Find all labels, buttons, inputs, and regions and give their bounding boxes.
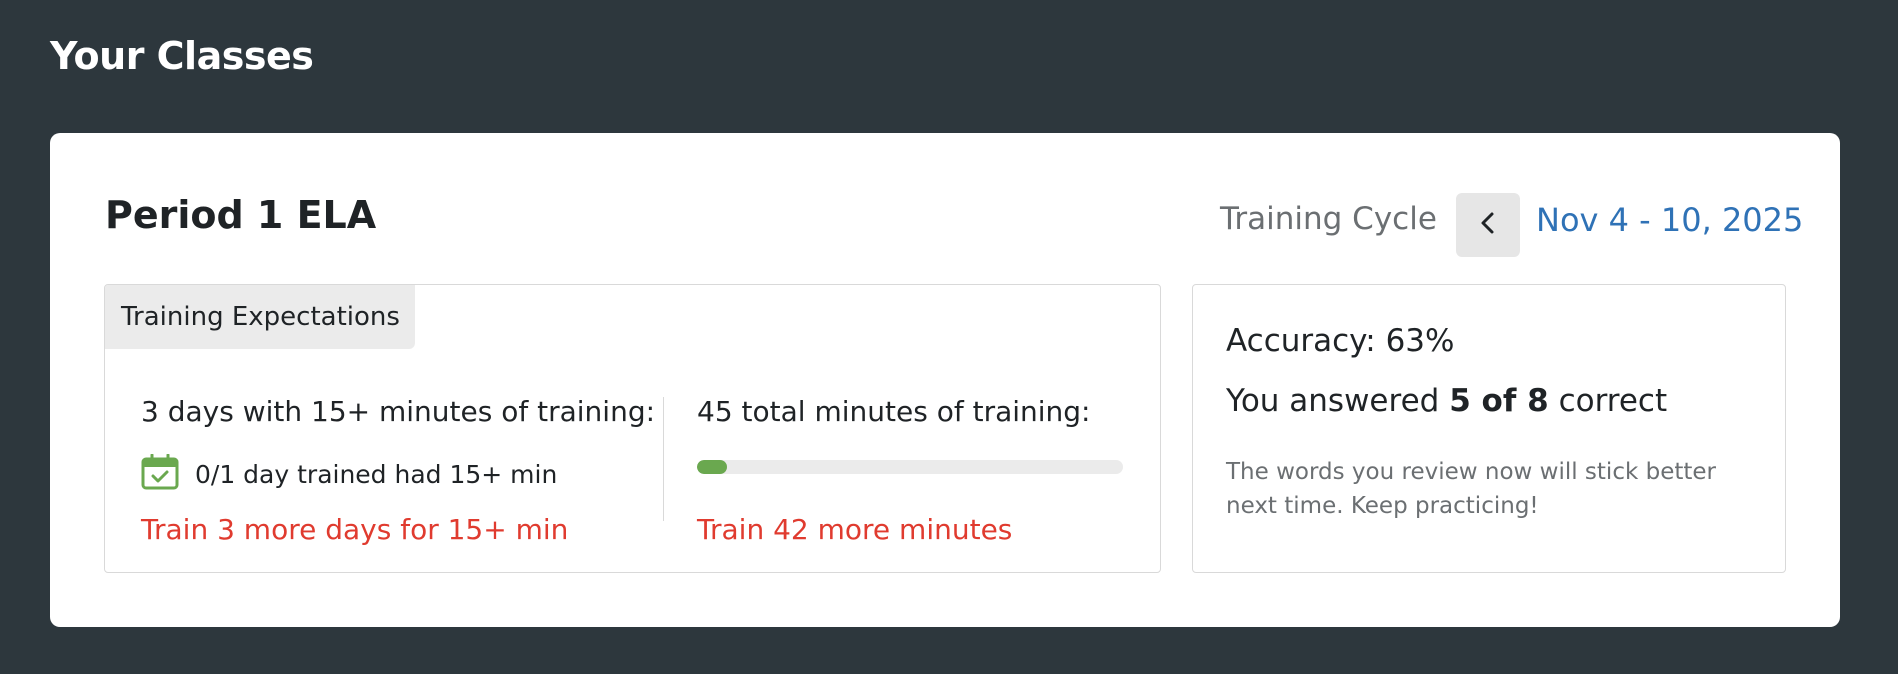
chevron-left-icon: [1477, 210, 1499, 240]
minutes-expectation: 45 total minutes of training:: [697, 395, 1091, 428]
accuracy-panel: Accuracy: 63% You answered 5 of 8 correc…: [1192, 284, 1786, 573]
minutes-progress-bar: [697, 460, 1123, 474]
calendar-check-icon: [141, 453, 179, 494]
days-expectation: 3 days with 15+ minutes of training:: [141, 395, 655, 428]
minutes-heading: 45 total minutes of training:: [697, 395, 1091, 428]
accuracy-answer: You answered 5 of 8 correct: [1226, 383, 1667, 419]
minutes-warning: Train 42 more minutes: [697, 513, 1013, 546]
days-warning: Train 3 more days for 15+ min: [141, 513, 569, 546]
days-status-row: 0/1 day trained had 15+ min: [141, 453, 558, 494]
class-card: Period 1 ELA Training Cycle Nov 4 - 10, …: [50, 133, 1840, 627]
days-heading: 3 days with 15+ minutes of training:: [141, 395, 656, 428]
page-title: Your Classes: [50, 34, 314, 78]
minutes-progress-fill: [697, 460, 727, 474]
column-divider: [663, 397, 664, 521]
accuracy-note: The words you review now will stick bett…: [1226, 459, 1716, 519]
cycle-date-range[interactable]: Nov 4 - 10, 2025: [1536, 201, 1803, 239]
training-cycle-nav: Training Cycle Nov 4 - 10, 2025: [50, 173, 1840, 277]
training-expectations-tab: Training Expectations: [105, 285, 415, 349]
accuracy-title: Accuracy: 63%: [1226, 323, 1455, 359]
previous-cycle-button[interactable]: [1456, 193, 1520, 257]
answer-suffix: correct: [1558, 383, 1668, 419]
answer-count: 5 of 8: [1449, 383, 1549, 419]
training-cycle-label: Training Cycle: [1220, 201, 1437, 237]
answer-prefix: You answered: [1226, 383, 1440, 419]
training-expectations-panel: Training Expectations 3 days with 15+ mi…: [104, 284, 1161, 573]
days-status-text: 0/1 day trained had 15+ min: [195, 459, 558, 489]
